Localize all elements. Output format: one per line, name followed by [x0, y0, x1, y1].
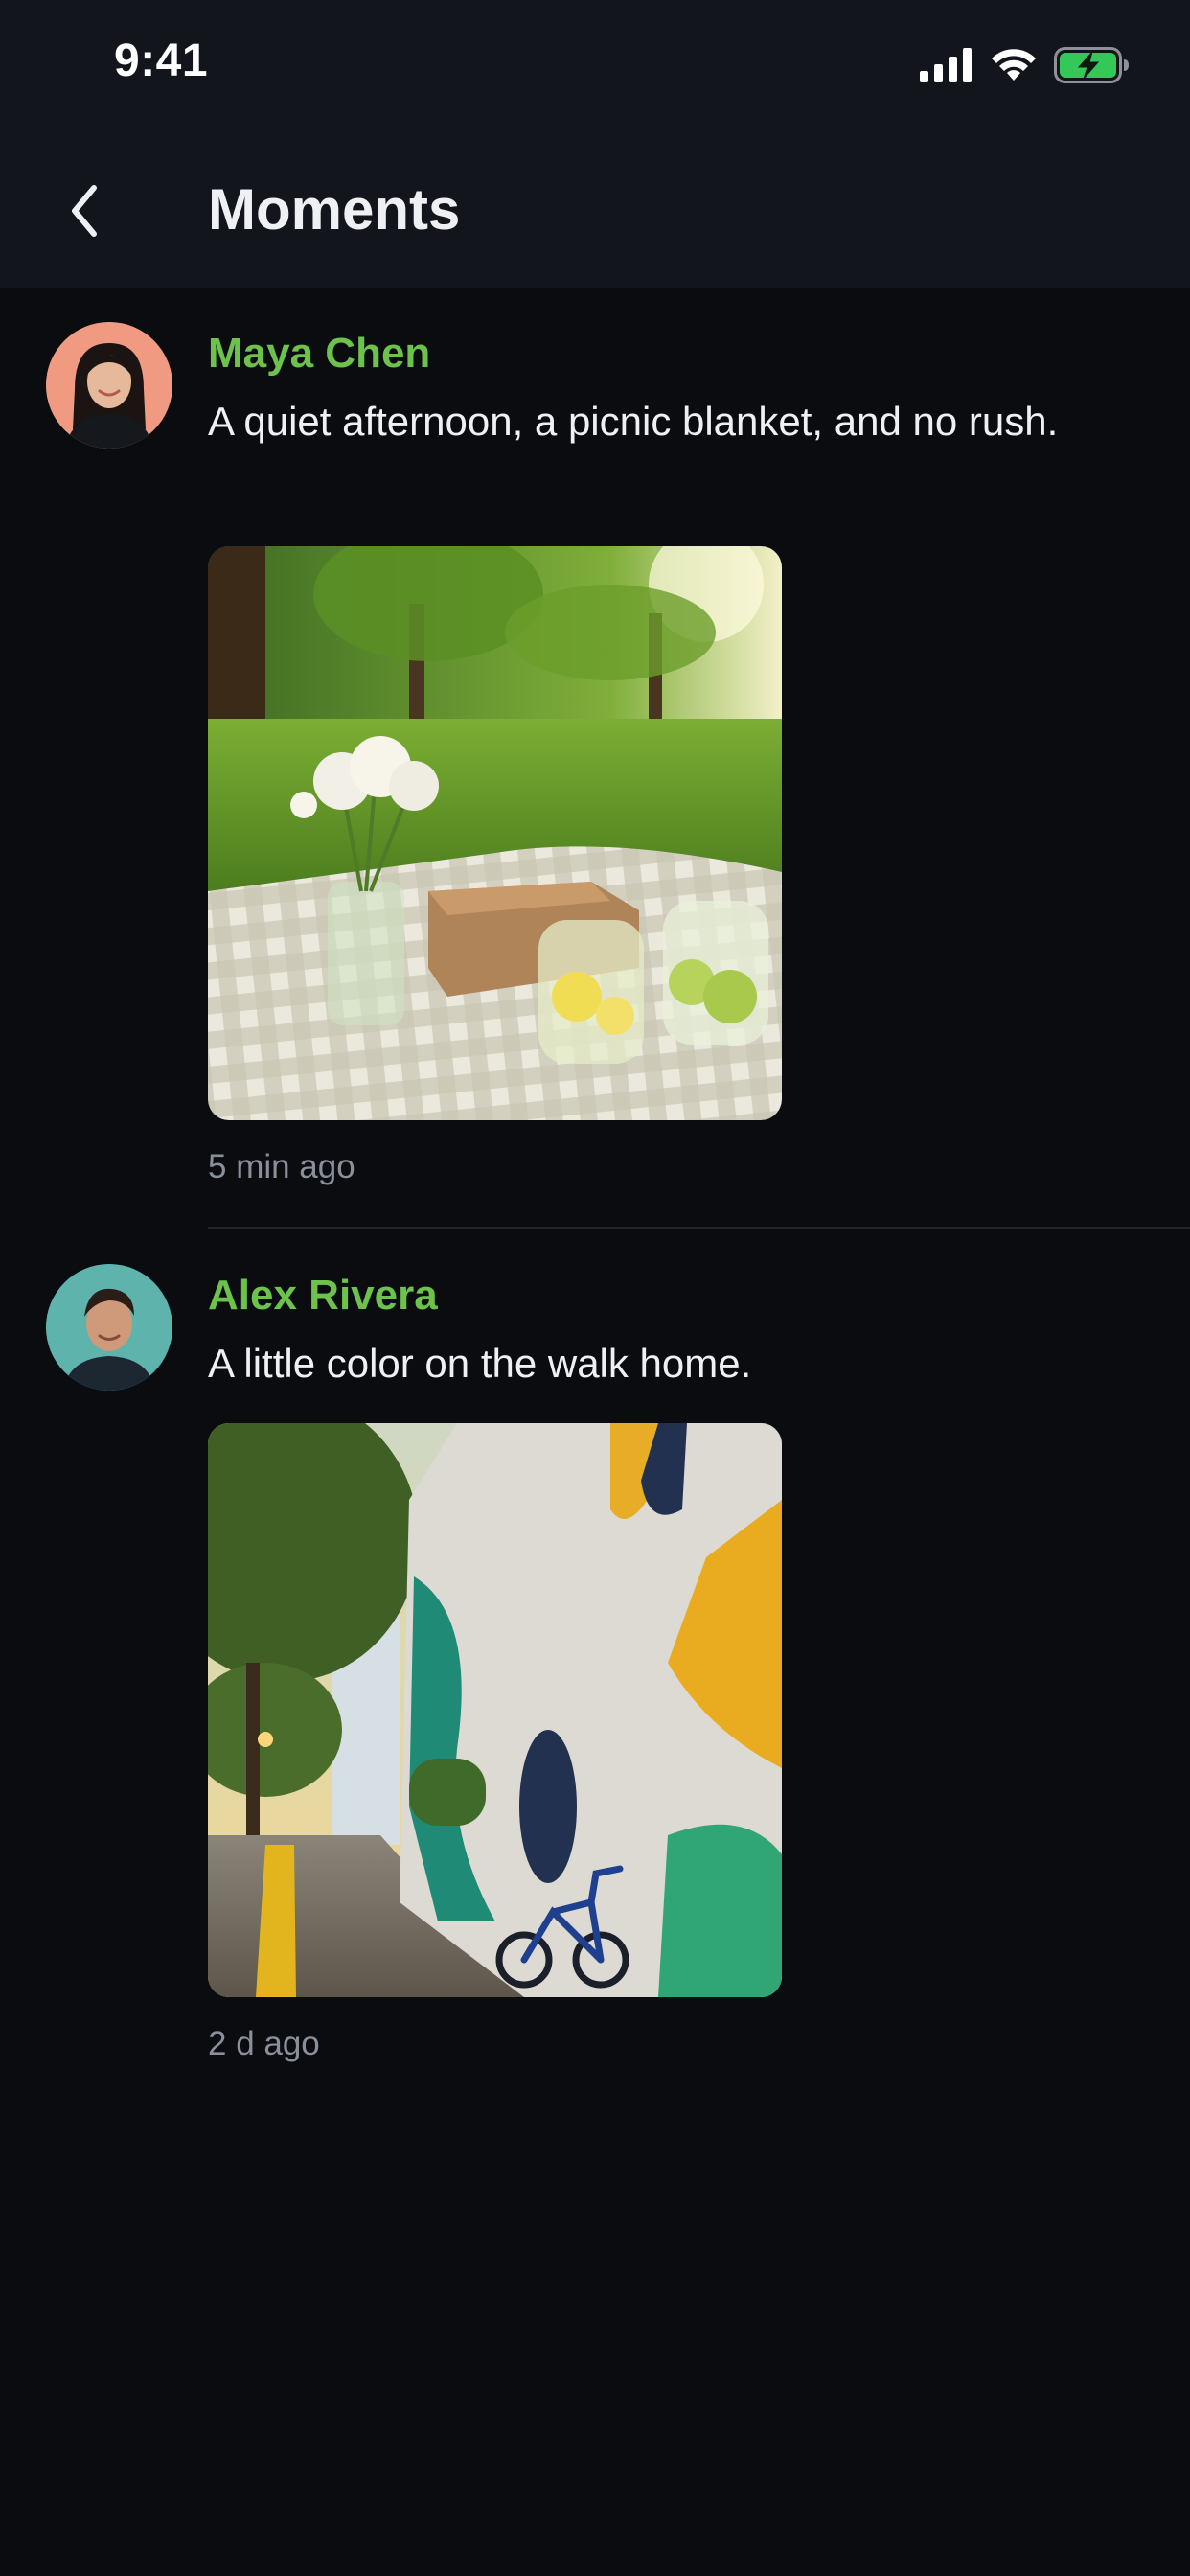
post-timestamp: 2 d ago: [208, 2025, 320, 2062]
status-bar: 9:41: [0, 0, 1190, 134]
chevron-left-icon: [72, 185, 97, 237]
mural-photo[interactable]: [208, 1423, 782, 1997]
post-text: A quiet afternoon, a picnic blanket, and…: [208, 399, 1059, 444]
battery-charging-icon: [1054, 47, 1129, 83]
cellular-signal-icon: [920, 48, 972, 82]
post-author[interactable]: Alex Rivera: [208, 1272, 438, 1320]
post-author[interactable]: Maya Chen: [208, 330, 430, 378]
wifi-icon: [992, 49, 1036, 80]
status-icons: [920, 42, 1131, 88]
avatar[interactable]: [46, 1264, 172, 1391]
avatar[interactable]: [46, 322, 172, 448]
post-timestamp: 5 min ago: [208, 1148, 355, 1185]
page-title: Moments: [208, 177, 461, 242]
cucumber-glass: [663, 901, 768, 1045]
post-divider: [208, 1227, 1190, 1229]
nav-bar: Moments: [0, 134, 1190, 288]
picnic-photo[interactable]: [208, 546, 782, 1120]
post-text: A little color on the walk home.: [208, 1341, 752, 1386]
status-time: 9:41: [114, 35, 209, 86]
lemonade-glass: [538, 920, 644, 1064]
back-button[interactable]: [46, 172, 123, 249]
